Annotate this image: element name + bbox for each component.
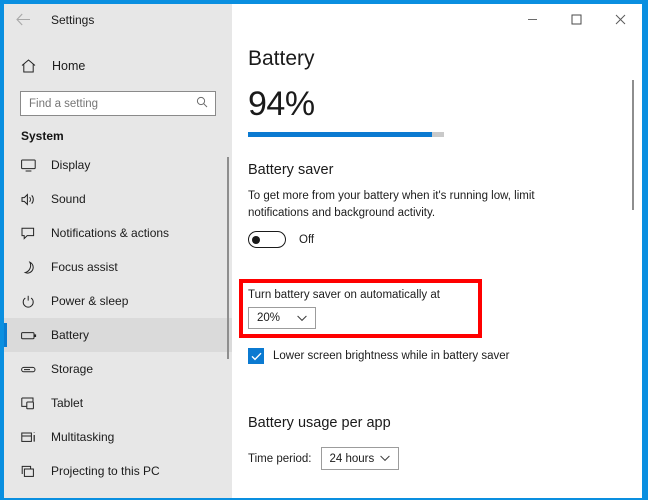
tablet-icon (21, 397, 42, 410)
battery-usage-heading: Battery usage per app (248, 415, 391, 431)
settings-window: Settings Home Find a setting System Disp… (4, 4, 642, 498)
sidebar-item-notifications[interactable]: Notifications & actions (4, 216, 232, 250)
sidebar-item-multitasking[interactable]: Multitasking (4, 420, 232, 454)
chat-bubble-icon (21, 227, 42, 240)
sidebar-item-focus-assist[interactable]: Focus assist (4, 250, 232, 284)
battery-saver-description: To get more from your battery when it's … (248, 190, 535, 219)
sidebar: Home System (4, 35, 232, 498)
sidebar-item-display[interactable]: Display (4, 148, 232, 182)
check-icon (251, 352, 262, 360)
multitasking-icon (21, 431, 42, 444)
sidebar-scrollbar[interactable] (227, 157, 229, 359)
sidebar-item-tablet[interactable]: Tablet (4, 386, 232, 420)
toggle-knob (252, 235, 260, 244)
sidebar-item-storage[interactable]: Storage (4, 352, 232, 386)
battery-saver-threshold-dropdown[interactable]: 20% (248, 307, 316, 329)
moon-icon (21, 260, 42, 274)
home-label: Home (52, 59, 86, 73)
lower-brightness-row[interactable]: Lower screen brightness while in battery… (248, 348, 510, 364)
sidebar-item-projecting[interactable]: Projecting to this PC (4, 454, 232, 488)
sidebar-item-sound[interactable]: Sound (4, 182, 232, 216)
battery-percent: 94% (248, 85, 315, 123)
chevron-down-icon (297, 315, 315, 322)
dropdown-value: 20% (257, 312, 281, 324)
search-input[interactable] (21, 97, 191, 110)
main-content: Battery 94% Battery saver To get more fr… (232, 35, 642, 498)
maximize-icon[interactable] (554, 4, 598, 34)
lower-brightness-label: Lower screen brightness while in battery… (273, 350, 510, 362)
sidebar-item-label: Focus assist (51, 260, 118, 274)
sidebar-item-home[interactable]: Home (4, 49, 232, 83)
battery-icon (21, 329, 42, 342)
home-icon (21, 59, 43, 73)
time-period-label: Time period: (248, 452, 312, 465)
speaker-icon (21, 192, 42, 206)
sidebar-item-label: Sound (51, 192, 86, 206)
sidebar-item-power-sleep[interactable]: Power & sleep (4, 284, 232, 318)
battery-saver-toggle[interactable] (248, 231, 286, 249)
content-scrollbar[interactable] (632, 80, 634, 210)
auto-enable-label: Turn battery saver on automatically at (248, 289, 440, 301)
monitor-icon (21, 159, 42, 172)
window-title: Settings (51, 12, 95, 27)
window-controls (232, 4, 642, 35)
sidebar-group-title: System (21, 129, 64, 143)
time-period-row: Time period: 24 hours (248, 447, 399, 470)
sidebar-item-battery[interactable]: Battery (4, 318, 232, 352)
page-title: Battery (248, 47, 315, 70)
chevron-down-icon (379, 455, 398, 462)
lower-brightness-checkbox[interactable] (248, 348, 264, 364)
title-bar-left: Settings (4, 4, 232, 35)
battery-level-track (248, 132, 444, 137)
sidebar-item-label: Notifications & actions (51, 226, 170, 240)
search-wrapper (4, 83, 232, 116)
sidebar-item-label: Multitasking (51, 430, 115, 444)
battery-saver-toggle-state: Off (299, 233, 315, 246)
title-bar: Settings (4, 4, 642, 35)
search-icon (196, 95, 208, 113)
dropdown-value: 24 hours (329, 452, 375, 465)
projecting-icon (21, 465, 42, 478)
battery-saver-heading: Battery saver (248, 162, 334, 178)
sidebar-item-label: Storage (51, 362, 94, 376)
screen: Settings Home Find a setting System Disp… (0, 0, 648, 500)
sidebar-item-label: Power & sleep (51, 294, 129, 308)
storage-icon (21, 363, 42, 376)
power-icon (21, 295, 42, 308)
search-box[interactable] (20, 91, 216, 116)
battery-level-fill (248, 132, 433, 137)
back-arrow-icon[interactable] (4, 4, 42, 35)
time-period-dropdown[interactable]: 24 hours (320, 447, 399, 470)
minimize-icon[interactable] (510, 4, 554, 34)
sidebar-item-label: Tablet (51, 396, 84, 410)
close-icon[interactable] (598, 4, 642, 34)
sidebar-item-label: Battery (51, 328, 90, 342)
battery-saver-toggle-row: Off (248, 231, 642, 249)
sidebar-item-label: Projecting to this PC (51, 464, 160, 478)
sidebar-item-label: Display (51, 158, 91, 172)
